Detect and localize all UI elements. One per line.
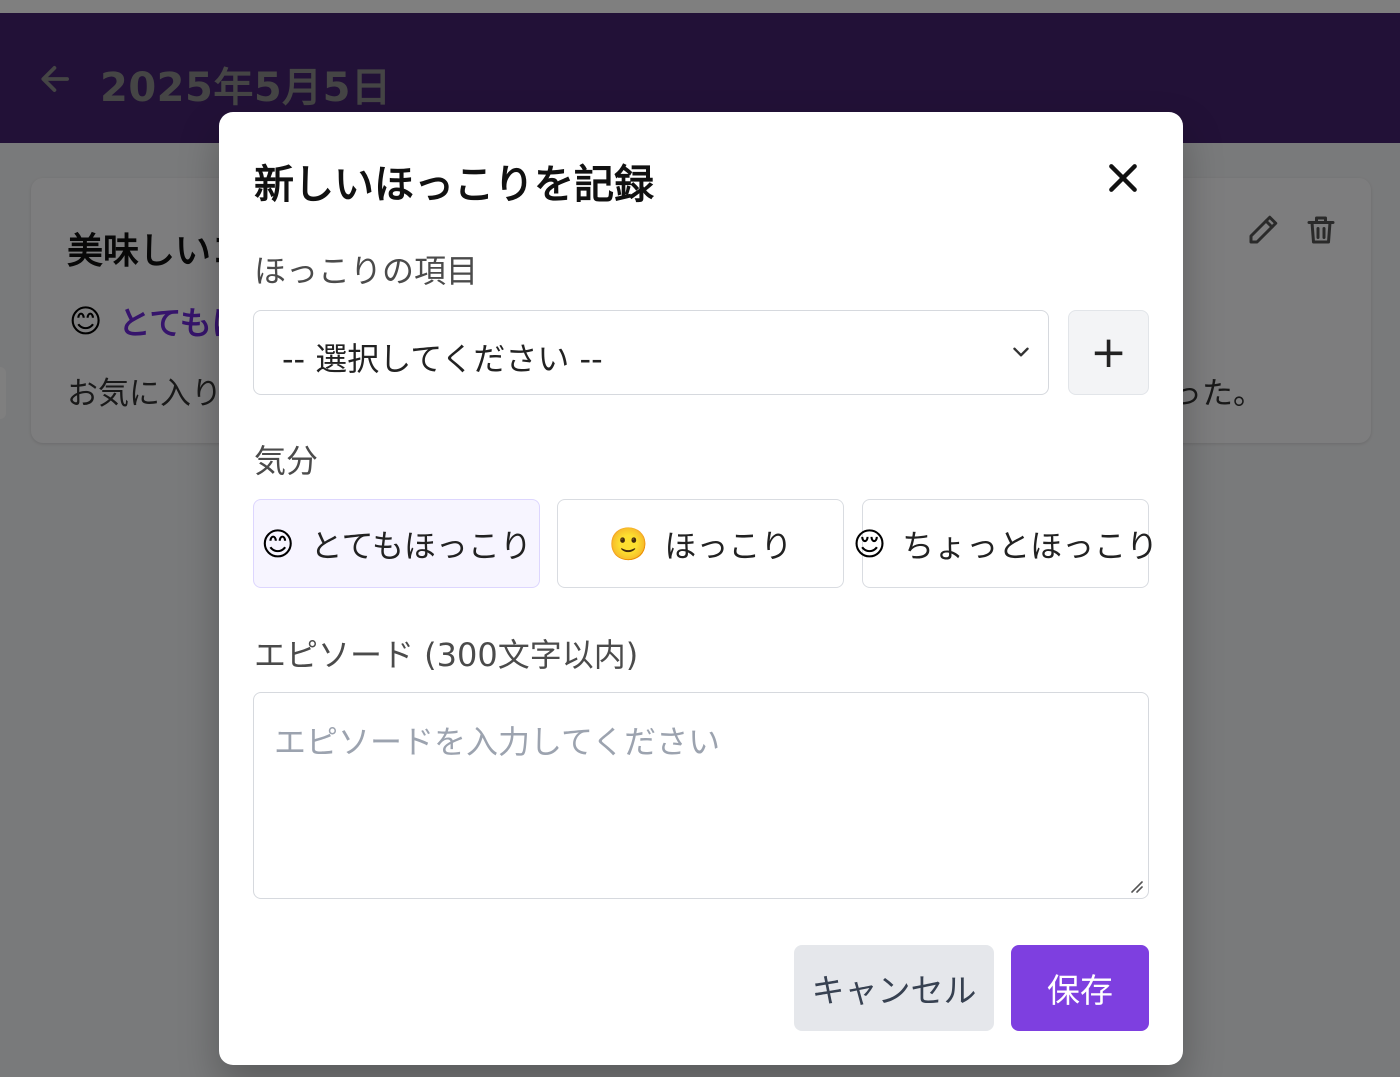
item-label: ほっこりの項目 (254, 252, 479, 290)
mood-option-normal[interactable]: 🙂 ほっこり (557, 499, 844, 588)
mood-option-little[interactable]: 😌 ちょっとほっこり (853, 499, 1158, 588)
mood-option-label: ほっこり (664, 526, 793, 565)
chevron-down-icon (1013, 347, 1029, 357)
plus-icon: + (1090, 326, 1127, 378)
mood-option-label: ちょっとほっこり (902, 526, 1159, 565)
smile-emoji-icon: 😊 (261, 524, 295, 563)
record-modal: 新しいほっこりを記録 ほっこりの項目 -- 選択してください -- + 気分 😊… (219, 112, 1183, 1065)
cancel-button[interactable]: キャンセル (794, 945, 994, 1031)
relieved-emoji-icon: 😌 (852, 524, 887, 563)
close-button[interactable] (1099, 154, 1147, 202)
episode-label: エピソード (300文字以内) (254, 636, 639, 674)
add-item-button[interactable]: + (1068, 310, 1149, 395)
mood-label: 気分 (254, 442, 319, 480)
mood-option-very[interactable]: 😊 とてもほっこり (253, 499, 540, 588)
modal-title: 新しいほっこりを記録 (254, 162, 654, 208)
close-icon (1109, 164, 1137, 192)
slight-smile-emoji-icon: 🙂 (608, 524, 649, 563)
item-select[interactable]: -- 選択してください -- (253, 310, 1049, 395)
item-select-value: -- 選択してください -- (282, 340, 603, 378)
episode-textarea[interactable]: エピソードを入力してください (253, 692, 1149, 899)
save-button[interactable]: 保存 (1011, 945, 1149, 1031)
resize-handle-icon[interactable] (1126, 876, 1144, 894)
episode-placeholder: エピソードを入力してください (274, 723, 721, 761)
mood-option-label: とてもほっこり (310, 526, 532, 565)
